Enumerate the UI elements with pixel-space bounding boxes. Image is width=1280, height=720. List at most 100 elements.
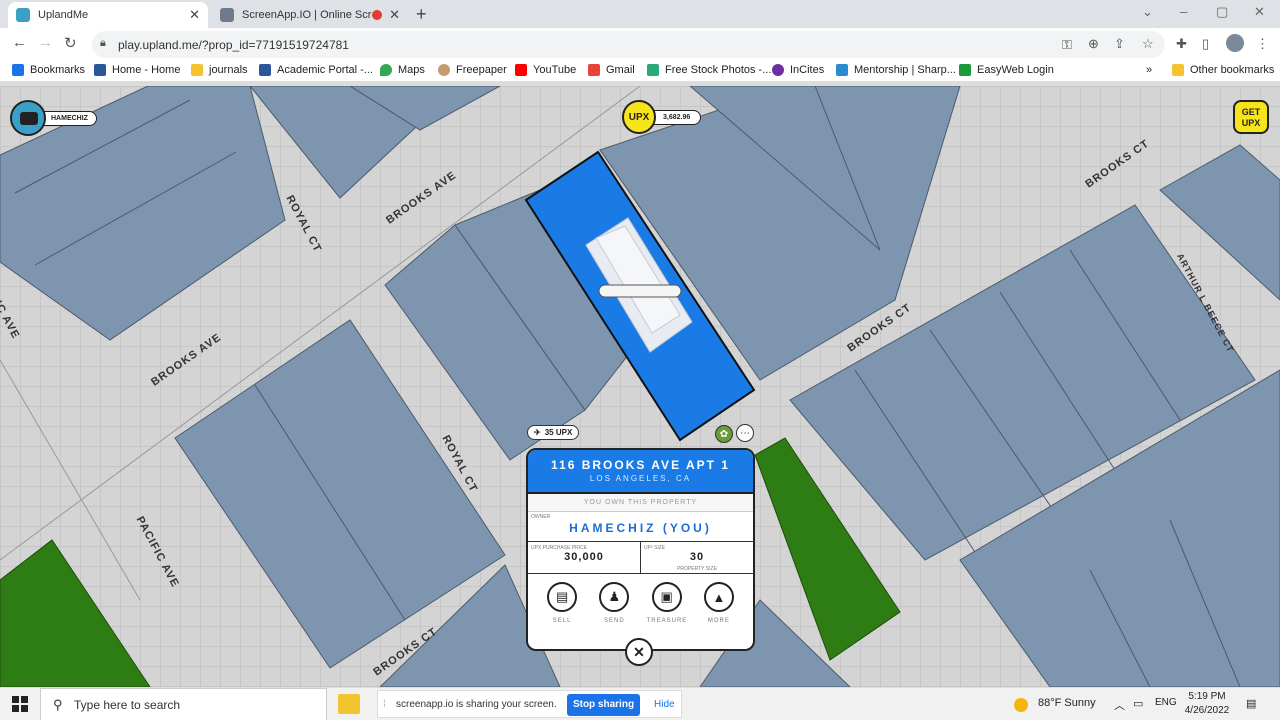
extensions-icon[interactable]: ✚ <box>1176 36 1187 52</box>
upx-earnings-tag[interactable]: ✈ 35 UPX <box>527 425 580 440</box>
url-text: play.upland.me/?prop_id=77191519724781 <box>118 38 349 52</box>
tab-uplandme[interactable]: UplandMe ✕ <box>8 2 208 28</box>
stock-photos-icon <box>647 64 659 76</box>
parcel-owned-green <box>0 539 151 687</box>
language-indicator[interactable]: ENG <box>1155 697 1177 708</box>
more-button[interactable]: ▲ MORE <box>699 582 739 624</box>
bookmark-label: EasyWeb Login <box>977 64 1054 76</box>
search-placeholder: Type here to search <box>74 698 181 712</box>
key-icon[interactable]: ⚿ <box>1062 37 1072 53</box>
price-caption: UPX PURCHASE PRICE <box>531 545 588 551</box>
back-arrow-icon[interactable]: ← <box>12 34 27 51</box>
weather-sun-icon <box>1014 698 1028 712</box>
lock-icon: 🔒︎ <box>100 37 106 49</box>
tab-close-icon[interactable]: ✕ <box>389 7 400 23</box>
treasure-label: TREASURE <box>646 618 688 624</box>
tab-label: ScreenApp.IO | Online Screen <box>242 9 372 21</box>
bookmark-item[interactable]: InCites <box>772 64 824 76</box>
property-address: 116 BROOKS AVE APT 1 <box>551 458 730 472</box>
more-label: MORE <box>707 618 730 624</box>
upx-balance-widget[interactable]: UPX 3,682.96 <box>622 100 702 134</box>
clock-time: 5:19 PM <box>1188 691 1226 702</box>
new-tab-button[interactable]: + <box>416 4 427 25</box>
close-card-button[interactable]: ✕ <box>625 638 653 666</box>
file-explorer-icon[interactable] <box>338 694 360 714</box>
owner-caption: OWNER <box>531 514 551 520</box>
other-bookmarks[interactable]: Other bookmarks <box>1172 64 1274 76</box>
zoom-icon[interactable]: ⊕ <box>1088 36 1099 52</box>
send-button[interactable]: ♟ SEND <box>594 582 634 624</box>
more-icon: ▲ <box>703 582 734 612</box>
bookmark-item[interactable]: Mentorship | Sharp... <box>836 64 956 76</box>
menu-kebab-icon[interactable]: ⋮ <box>1256 36 1269 52</box>
bookmark-item[interactable]: Home - Home <box>94 64 180 76</box>
send-icon: ♟ <box>599 582 630 612</box>
avatar[interactable] <box>10 100 46 136</box>
upx-coin-icon: UPX <box>622 100 656 134</box>
tab-screenapp[interactable]: ScreenApp.IO | Online Screen ✕ <box>212 2 408 28</box>
weather-text[interactable]: 88°F Sunny <box>1038 697 1096 709</box>
sell-label: SELL <box>552 618 572 624</box>
owner-section: OWNER HAMECHIZ (YOU) <box>528 512 753 542</box>
td-bank-icon <box>959 64 971 76</box>
drag-handle-icon[interactable]: ⁞ <box>383 699 386 710</box>
bookmark-label: Maps <box>398 64 425 76</box>
treasure-button[interactable]: ▣ TREASURE <box>647 582 687 624</box>
bookmark-item[interactable]: Free Stock Photos -... <box>647 64 771 76</box>
chevron-down-icon[interactable]: ⌄ <box>1142 4 1153 20</box>
maximize-button[interactable]: ▢ <box>1216 4 1228 20</box>
bookmark-item[interactable]: YouTube <box>515 64 576 76</box>
minimize-button[interactable]: – <box>1180 4 1187 19</box>
incites-icon <box>772 64 784 76</box>
paper-plane-icon: ✈ <box>534 428 541 437</box>
bookmark-item[interactable]: Freepaper <box>438 64 507 76</box>
star-icon[interactable]: ☆ <box>1142 36 1154 52</box>
profile-avatar[interactable] <box>1226 34 1244 52</box>
tab-close-icon[interactable]: ✕ <box>189 7 200 23</box>
tab-label: UplandMe <box>38 9 89 21</box>
bookmark-item[interactable]: Academic Portal -... <box>259 64 373 76</box>
player-profile[interactable]: HAMECHIZ <box>10 100 97 136</box>
ellipsis-icon[interactable]: ⋯ <box>736 424 754 442</box>
size-caption: UP² SIZE <box>644 545 666 551</box>
mentorship-icon <box>836 64 848 76</box>
upland-favicon-icon <box>16 8 30 22</box>
notification-icon[interactable]: ▤ <box>1246 697 1256 710</box>
screenapp-favicon-icon <box>220 8 234 22</box>
recording-dot-icon <box>372 10 382 20</box>
forward-arrow-icon[interactable]: → <box>38 34 53 51</box>
bookmark-label: Free Stock Photos -... <box>665 64 772 76</box>
browser-toolbar: ← → ↻ 🔒︎ play.upland.me/?prop_id=7719151… <box>0 28 1280 60</box>
sell-button[interactable]: ▤ SELL <box>542 582 582 624</box>
bookmark-label: Home - Home <box>112 64 181 76</box>
sidepanel-icon[interactable]: ▯ <box>1202 36 1209 52</box>
owner-name[interactable]: HAMECHIZ (YOU) <box>528 512 753 535</box>
bookmarks-bar: Bookmarks Home - Home journals Academic … <box>0 60 1280 82</box>
send-label: SEND <box>604 618 625 624</box>
sharepoint-icon <box>94 64 106 76</box>
get-upx-button[interactable]: GET UPX <box>1233 100 1269 134</box>
bookmark-item[interactable]: EasyWeb Login <box>959 64 1054 76</box>
collection-icon[interactable]: ✿ <box>715 425 733 443</box>
network-icon[interactable]: ▭ <box>1133 697 1143 710</box>
address-bar[interactable]: 🔒︎ play.upland.me/?prop_id=7719151972478… <box>92 31 1165 58</box>
taskbar-search[interactable]: ⚲ Type here to search <box>40 688 327 720</box>
property-header: 116 BROOKS AVE APT 1 LOS ANGELES, CA <box>528 450 753 494</box>
reload-icon[interactable]: ↻ <box>64 34 77 52</box>
bookmark-label: journals <box>209 64 248 76</box>
hide-button[interactable]: Hide <box>654 699 675 710</box>
bookmark-item[interactable]: Gmail <box>588 64 635 76</box>
more-bookmarks-button[interactable]: » <box>1146 64 1152 76</box>
share-icon[interactable]: ⇪ <box>1114 36 1125 52</box>
tray-chevron-icon[interactable]: ︿ <box>1114 697 1125 713</box>
sharepoint-icon <box>259 64 271 76</box>
purchase-price-cell: UPX PURCHASE PRICE 30,000 <box>528 542 640 573</box>
system-clock[interactable]: 5:19 PM 4/26/2022 <box>1180 690 1234 718</box>
folder-icon <box>1172 64 1184 76</box>
window-close-button[interactable]: ✕ <box>1254 4 1265 20</box>
bookmark-item[interactable]: journals <box>191 64 248 76</box>
stop-sharing-button[interactable]: Stop sharing <box>567 694 640 716</box>
bookmark-item[interactable]: Maps <box>380 64 425 76</box>
bookmark-item[interactable]: Bookmarks <box>12 64 85 76</box>
windows-start-icon[interactable] <box>12 696 28 712</box>
